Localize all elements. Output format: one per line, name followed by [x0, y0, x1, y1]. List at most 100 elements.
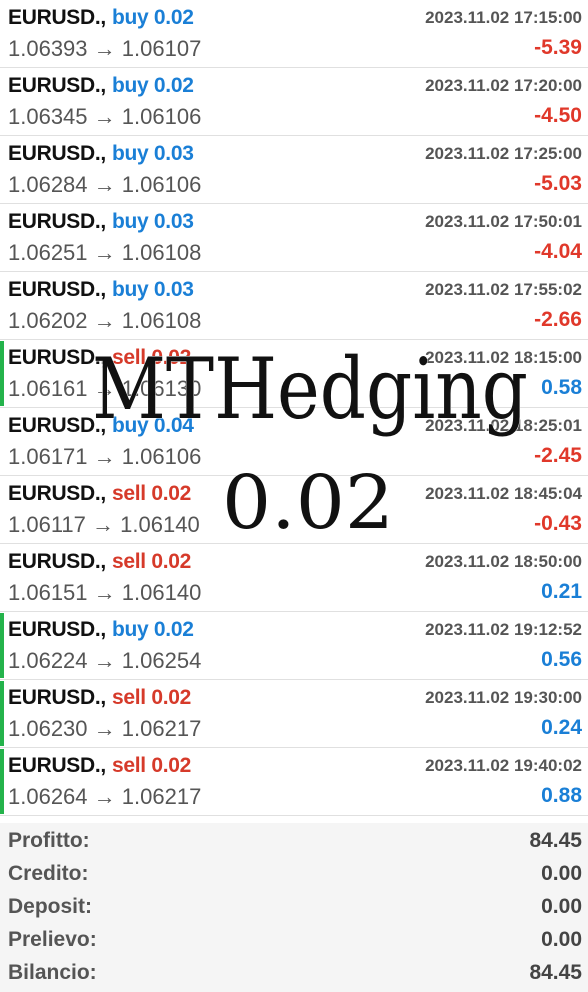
- trade-row[interactable]: EURUSD., sell 0.02 2023.11.02 19:40:02 1.…: [0, 748, 588, 816]
- summary-value: 84.45: [529, 961, 582, 984]
- trade-side-volume: sell 0.02: [111, 686, 191, 709]
- trade-row[interactable]: EURUSD., buy 0.03 2023.11.02 17:25:00 1.0…: [0, 136, 588, 204]
- trade-profit: 0.24: [541, 716, 582, 739]
- summary-value: 84.45: [529, 829, 582, 852]
- trade-time: 2023.11.02 17:20:00: [425, 76, 582, 95]
- trade-profit: 0.21: [541, 580, 582, 603]
- summary-row-profit: Profitto: 84.45: [0, 823, 588, 856]
- summary-value: 0.00: [541, 862, 582, 885]
- trade-side-volume: buy 0.03: [111, 278, 194, 301]
- trade-time: 2023.11.02 17:50:01: [425, 212, 582, 231]
- trade-time: 2023.11.02 18:50:00: [425, 552, 582, 571]
- open-price: 1.06393: [8, 36, 88, 61]
- trade-profit: -5.03: [534, 172, 582, 195]
- symbol-label: EURUSD.,: [8, 686, 106, 709]
- trade-symbol-line: EURUSD., buy 0.04: [8, 414, 194, 438]
- close-price: 1.06130: [121, 376, 202, 401]
- trade-row[interactable]: EURUSD., sell 0.02 2023.11.02 18:15:00 1.…: [0, 340, 588, 408]
- trade-prices: 1.06202 → 1.06108: [8, 308, 201, 334]
- trade-side-volume: buy 0.02: [111, 74, 194, 97]
- trade-profit: -5.39: [534, 36, 582, 59]
- trade-prices: 1.06345 → 1.06106: [8, 104, 201, 130]
- trade-side-volume: sell 0.02: [111, 482, 191, 505]
- trade-prices: 1.06393 → 1.06107: [8, 36, 201, 62]
- trade-time: 2023.11.02 17:55:02: [425, 280, 582, 299]
- open-price: 1.06264: [8, 784, 88, 809]
- trade-row[interactable]: EURUSD., sell 0.02 2023.11.02 19:30:00 1.…: [0, 680, 588, 748]
- close-price: 1.06108: [121, 308, 202, 333]
- symbol-label: EURUSD.,: [8, 6, 106, 29]
- open-price: 1.06284: [8, 172, 88, 197]
- trade-symbol-line: EURUSD., buy 0.02: [8, 6, 194, 30]
- trade-profit: -0.43: [534, 512, 582, 535]
- trade-side-volume: buy 0.02: [111, 6, 194, 29]
- arrow-right-icon: →: [92, 512, 115, 537]
- trade-side-volume: buy 0.02: [111, 618, 194, 641]
- arrow-right-icon: →: [93, 376, 116, 401]
- trade-row[interactable]: EURUSD., buy 0.04 2023.11.02 18:25:01 1.0…: [0, 408, 588, 476]
- trade-prices: 1.06251 → 1.06108: [8, 240, 201, 266]
- trade-time: 2023.11.02 18:45:04: [425, 484, 582, 503]
- trade-time: 2023.11.02 19:40:02: [425, 756, 582, 775]
- trade-row[interactable]: EURUSD., buy 0.02 2023.11.02 17:20:00 1.0…: [0, 68, 588, 136]
- open-price: 1.06161: [8, 376, 88, 401]
- summary-label: Credito:: [8, 862, 89, 885]
- trade-prices: 1.06151 → 1.06140: [8, 580, 201, 606]
- arrow-right-icon: →: [93, 240, 116, 265]
- trade-symbol-line: EURUSD., sell 0.02: [8, 754, 191, 778]
- symbol-label: EURUSD.,: [8, 414, 106, 437]
- arrow-right-icon: →: [93, 104, 116, 129]
- trade-side-volume: sell 0.02: [111, 346, 191, 369]
- trade-row[interactable]: EURUSD., sell 0.02 2023.11.02 18:50:00 1.…: [0, 544, 588, 612]
- arrow-right-icon: →: [93, 172, 116, 197]
- close-price: 1.06106: [121, 444, 202, 469]
- arrow-right-icon: →: [93, 580, 116, 605]
- close-price: 1.06140: [120, 512, 200, 537]
- trade-symbol-line: EURUSD., buy 0.03: [8, 278, 194, 302]
- trade-profit: -2.66: [534, 308, 582, 331]
- close-price: 1.06254: [121, 648, 202, 673]
- open-price: 1.06202: [8, 308, 88, 333]
- summary-value: 0.00: [541, 928, 582, 951]
- open-price: 1.06345: [8, 104, 88, 129]
- trade-side-volume: sell 0.02: [111, 550, 191, 573]
- trade-prices: 1.06230 → 1.06217: [8, 716, 201, 742]
- trade-profit: 0.58: [541, 376, 582, 399]
- summary-label: Bilancio:: [8, 961, 97, 984]
- summary-row-credit: Credito: 0.00: [0, 856, 588, 889]
- open-price: 1.06230: [8, 716, 88, 741]
- close-price: 1.06140: [121, 580, 202, 605]
- trade-time: 2023.11.02 19:12:52: [425, 620, 582, 639]
- trade-symbol-line: EURUSD., buy 0.02: [8, 618, 194, 642]
- trade-symbol-line: EURUSD., buy 0.02: [8, 74, 194, 98]
- trade-side-volume: buy 0.03: [111, 142, 194, 165]
- trade-symbol-line: EURUSD., sell 0.02: [8, 346, 191, 370]
- trade-time: 2023.11.02 18:25:01: [425, 416, 582, 435]
- summary-label: Deposit:: [8, 895, 92, 918]
- trade-row[interactable]: EURUSD., sell 0.02 2023.11.02 18:45:04 1.…: [0, 476, 588, 544]
- symbol-label: EURUSD.,: [8, 142, 106, 165]
- trade-time: 2023.11.02 17:15:00: [425, 8, 582, 27]
- arrow-right-icon: →: [93, 36, 116, 61]
- open-price: 1.06151: [8, 580, 88, 605]
- close-price: 1.06108: [121, 240, 202, 265]
- trade-row[interactable]: EURUSD., buy 0.02 2023.11.02 17:15:00 1.0…: [0, 0, 588, 68]
- trade-row[interactable]: EURUSD., buy 0.02 2023.11.02 19:12:52 1.0…: [0, 612, 588, 680]
- trade-time: 2023.11.02 19:30:00: [425, 688, 582, 707]
- account-summary: Profitto: 84.45 Credito: 0.00 Deposit: 0…: [0, 823, 588, 992]
- summary-label: Prelievo:: [8, 928, 97, 951]
- trade-prices: 1.06117 → 1.06140: [8, 512, 200, 538]
- trade-symbol-line: EURUSD., sell 0.02: [8, 482, 191, 506]
- trade-profit: -2.45: [534, 444, 582, 467]
- trade-symbol-line: EURUSD., sell 0.02: [8, 550, 191, 574]
- arrow-right-icon: →: [93, 308, 116, 333]
- symbol-label: EURUSD.,: [8, 754, 106, 777]
- arrow-right-icon: →: [93, 716, 116, 741]
- arrow-right-icon: →: [93, 444, 116, 469]
- close-price: 1.06106: [121, 172, 202, 197]
- trade-prices: 1.06224 → 1.06254: [8, 648, 201, 674]
- trade-row[interactable]: EURUSD., buy 0.03 2023.11.02 17:50:01 1.0…: [0, 204, 588, 272]
- trade-row[interactable]: EURUSD., buy 0.03 2023.11.02 17:55:02 1.0…: [0, 272, 588, 340]
- trade-history-list: EURUSD., buy 0.02 2023.11.02 17:15:00 1.0…: [0, 0, 588, 816]
- symbol-label: EURUSD.,: [8, 618, 106, 641]
